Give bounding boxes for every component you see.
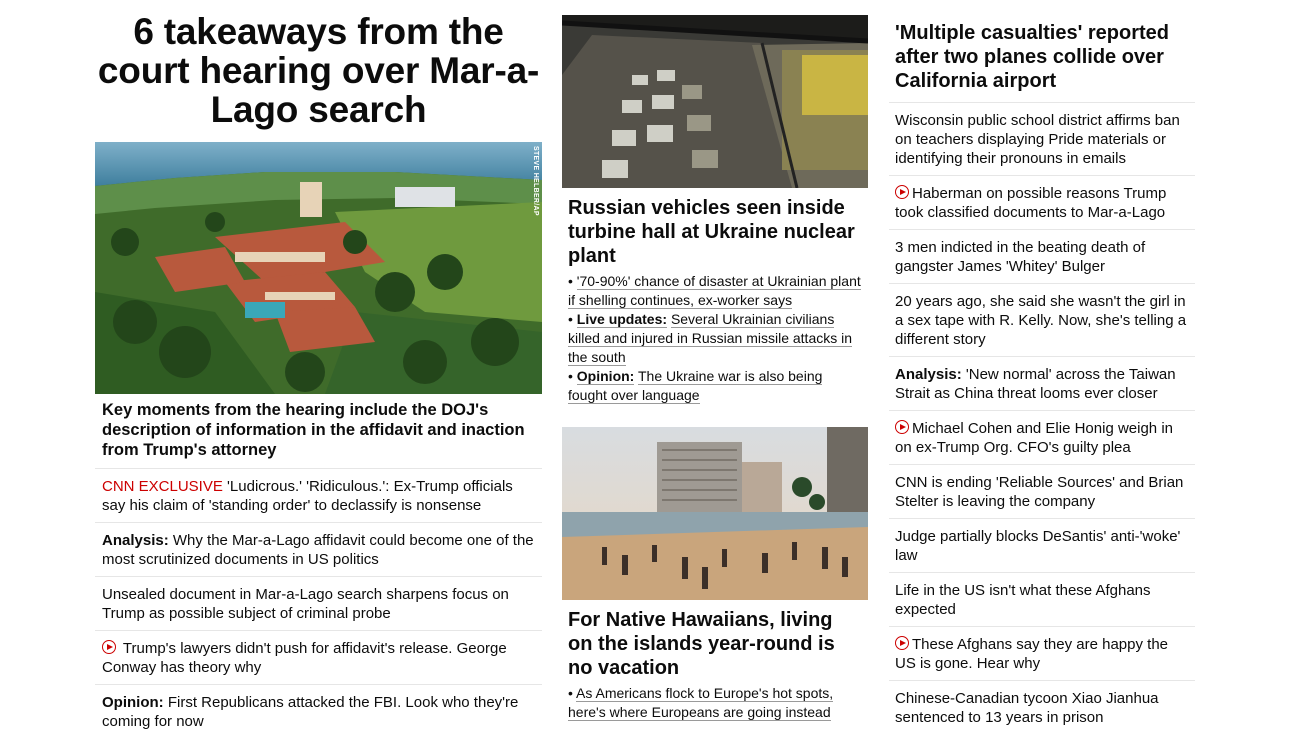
headlines-column: 'Multiple casualties' reported after two… xyxy=(889,21,1195,734)
story-card-hawaii: For Native Hawaiians, living on the isla… xyxy=(562,427,868,722)
opinion-label: Opinion: xyxy=(576,368,635,385)
list-item[interactable]: Judge partially blocks DeSantis' anti-'w… xyxy=(889,518,1195,572)
list-item[interactable]: Unsealed document in Mar-a-Lago search s… xyxy=(95,576,542,630)
list-item[interactable]: CNN is ending 'Reliable Sources' and Bri… xyxy=(889,464,1195,518)
bullet-item[interactable]: • Opinion: The Ukraine war is also being… xyxy=(568,367,862,405)
play-video-icon xyxy=(895,636,909,650)
breaking-headline[interactable]: 'Multiple casualties' reported after two… xyxy=(889,21,1195,93)
mar-a-lago-aerial-photo xyxy=(95,142,542,394)
main-headline[interactable]: 6 takeaways from the court hearing over … xyxy=(95,12,542,129)
play-video-icon xyxy=(895,420,909,434)
exclusive-label: CNN EXCLUSIVE xyxy=(102,478,223,495)
list-item-text: Trump's lawyers didn't push for affidavi… xyxy=(102,640,507,676)
play-video-icon xyxy=(102,640,116,654)
story-headline[interactable]: For Native Hawaiians, living on the isla… xyxy=(568,608,862,680)
analysis-label: Analysis: xyxy=(102,532,169,549)
list-item[interactable]: Chinese-Canadian tycoon Xiao Jianhua sen… xyxy=(889,680,1195,734)
related-stories-list: CNN EXCLUSIVE 'Ludicrous.' 'Ridiculous.'… xyxy=(95,468,542,738)
list-item-text: Judge partially blocks DeSantis' anti-'w… xyxy=(895,528,1181,564)
list-item[interactable]: Life in the US isn't what these Afghans … xyxy=(889,572,1195,626)
list-item-text: Michael Cohen and Elie Honig weigh in on… xyxy=(895,420,1173,456)
list-item[interactable]: Haberman on possible reasons Trump took … xyxy=(889,175,1195,229)
list-item-text: Wisconsin public school district affirms… xyxy=(895,112,1180,167)
list-item[interactable]: Opinion: First Republicans attacked the … xyxy=(95,684,542,738)
bullet-link[interactable]: '70-90%' chance of disaster at Ukrainian… xyxy=(568,273,861,309)
list-item-text: Unsealed document in Mar-a-Lago search s… xyxy=(102,586,509,622)
list-item-text: First Republicans attacked the FBI. Look… xyxy=(102,694,519,730)
story-image[interactable] xyxy=(562,15,868,188)
lead-story-subheadline[interactable]: Key moments from the hearing include the… xyxy=(102,400,537,460)
analysis-label: Analysis: xyxy=(895,366,962,383)
bullet-item[interactable]: • As Americans flock to Europe's hot spo… xyxy=(568,684,862,722)
list-item-text: 3 men indicted in the beating death of g… xyxy=(895,239,1146,275)
list-item[interactable]: Analysis: Why the Mar-a-Lago affidavit c… xyxy=(95,522,542,576)
waikiki-beach-photo xyxy=(562,427,868,600)
opinion-label: Opinion: xyxy=(102,694,164,711)
list-item-text: Haberman on possible reasons Trump took … xyxy=(895,185,1167,221)
story-bullets: • '70-90%' chance of disaster at Ukraini… xyxy=(562,272,868,405)
middle-stories-column: Russian vehicles seen inside turbine hal… xyxy=(562,15,868,721)
list-item-text: Chinese-Canadian tycoon Xiao Jianhua sen… xyxy=(895,690,1159,726)
list-item[interactable]: These Afghans say they are happy the US … xyxy=(889,626,1195,680)
list-item[interactable]: Wisconsin public school district affirms… xyxy=(889,102,1195,175)
list-item[interactable]: Michael Cohen and Elie Honig weigh in on… xyxy=(889,410,1195,464)
list-item[interactable]: 3 men indicted in the beating death of g… xyxy=(889,229,1195,283)
story-bullets: • As Americans flock to Europe's hot spo… xyxy=(562,684,868,722)
bullet-item[interactable]: • Live updates: Several Ukrainian civili… xyxy=(568,310,862,367)
story-card-ukraine: Russian vehicles seen inside turbine hal… xyxy=(562,15,868,405)
story-image[interactable] xyxy=(562,427,868,600)
list-item[interactable]: Trump's lawyers didn't push for affidavi… xyxy=(95,630,542,684)
photo-credit: STEVE HELBER/AP xyxy=(532,146,539,216)
list-item[interactable]: 20 years ago, she said she wasn't the gi… xyxy=(889,283,1195,356)
turbine-hall-photo xyxy=(562,15,868,188)
list-item[interactable]: CNN EXCLUSIVE 'Ludicrous.' 'Ridiculous.'… xyxy=(95,468,542,522)
list-item-text: CNN is ending 'Reliable Sources' and Bri… xyxy=(895,474,1184,510)
hero-image[interactable]: STEVE HELBER/AP xyxy=(95,142,542,394)
list-item-text: These Afghans say they are happy the US … xyxy=(895,636,1169,672)
lead-story-column: 6 takeaways from the court hearing over … xyxy=(95,12,542,730)
bullet-item[interactable]: • '70-90%' chance of disaster at Ukraini… xyxy=(568,272,862,310)
list-item-text: 20 years ago, she said she wasn't the gi… xyxy=(895,293,1187,348)
play-video-icon xyxy=(895,185,909,199)
list-item-text: Life in the US isn't what these Afghans … xyxy=(895,582,1151,618)
bullet-link[interactable]: As Americans flock to Europe's hot spots… xyxy=(568,685,834,721)
story-headline[interactable]: Russian vehicles seen inside turbine hal… xyxy=(568,196,862,268)
headlines-list: Wisconsin public school district affirms… xyxy=(889,102,1195,734)
live-updates-label: Live updates: xyxy=(576,311,668,328)
list-item[interactable]: Analysis: 'New normal' across the Taiwan… xyxy=(889,356,1195,410)
